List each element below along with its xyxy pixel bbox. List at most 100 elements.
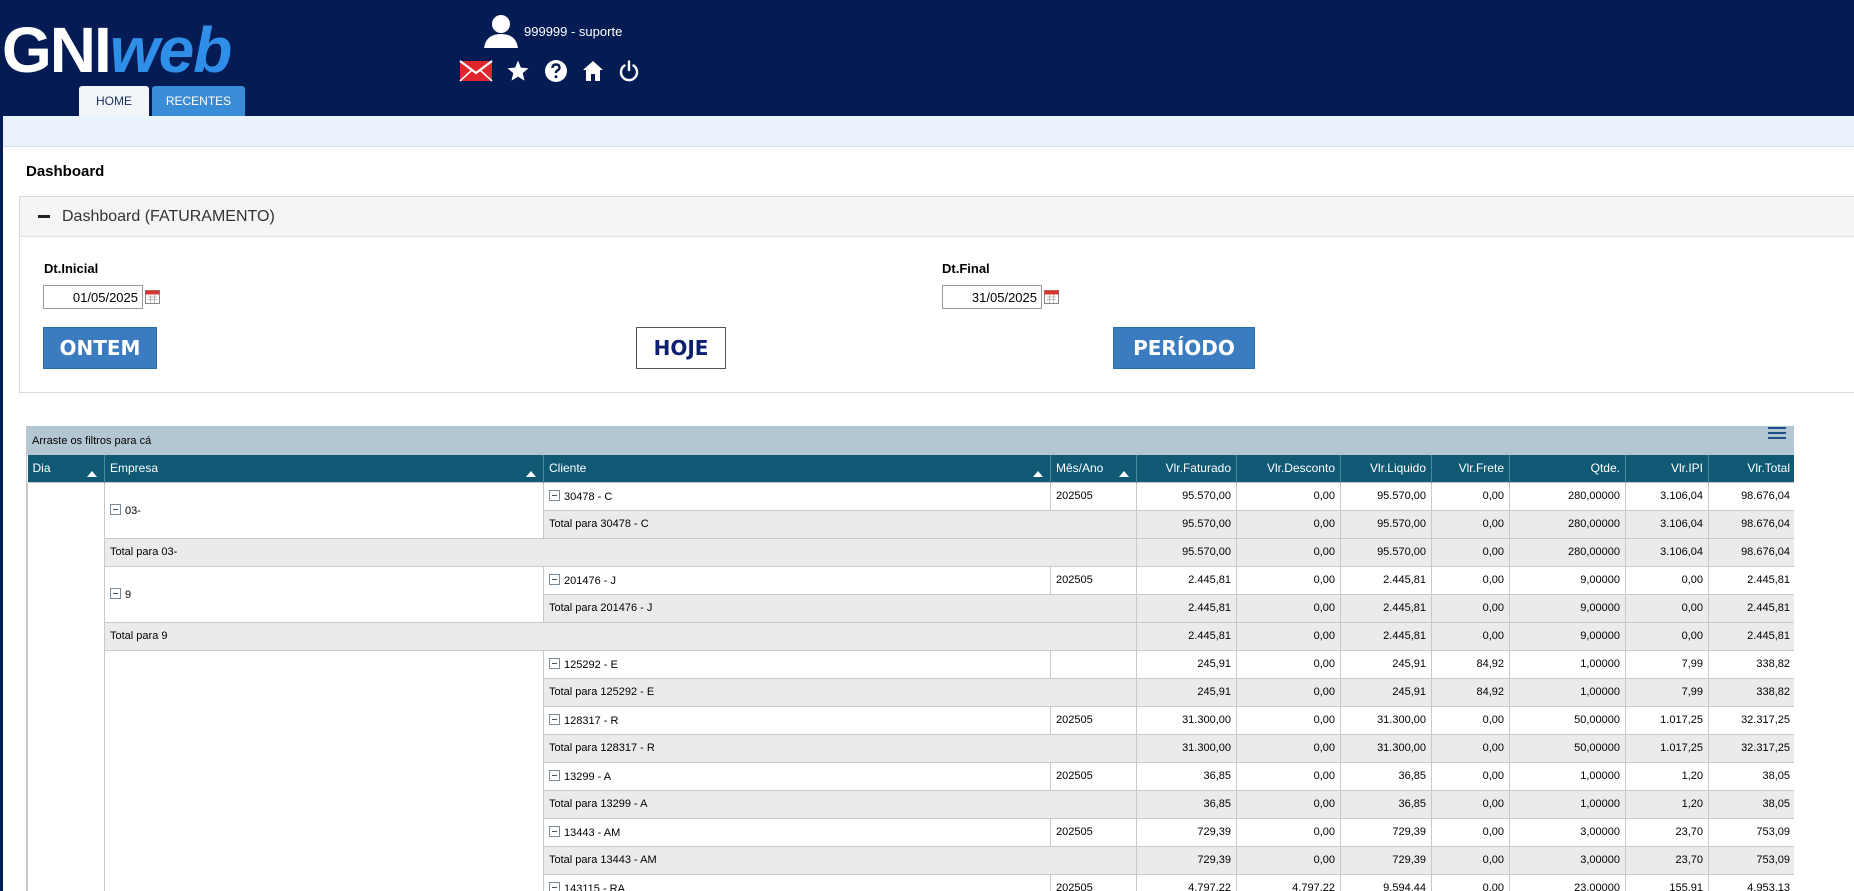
col-vlr-total[interactable]: Vlr.Total — [1708, 455, 1794, 482]
value-cell: 338,82 — [1708, 677, 1794, 707]
value-cell: 753,09 — [1708, 845, 1794, 875]
value-cell: 0,00 — [1236, 649, 1341, 679]
value-cell: 2.445,81 — [1136, 593, 1237, 623]
col-dia[interactable]: Dia — [27, 455, 105, 482]
value-cell: 32.317,25 — [1708, 705, 1794, 735]
cliente-label: 143115 - RA — [564, 883, 625, 891]
col-empresa[interactable]: Empresa — [104, 455, 544, 482]
top-header: GNIweb 999999 - suporte HOME RECENTES — [0, 0, 1854, 116]
value-cell: 9,00000 — [1509, 593, 1626, 623]
collapse-row-icon[interactable] — [549, 714, 560, 725]
gniweb-logo[interactable]: GNIweb — [2, 10, 232, 86]
value-cell: 0,00 — [1236, 761, 1341, 791]
value-cell: 36,85 — [1136, 761, 1237, 791]
value-cell: 0,00 — [1236, 509, 1341, 539]
collapse-row-icon[interactable] — [110, 588, 121, 599]
col-mes-ano[interactable]: Mês/Ano — [1050, 455, 1137, 482]
value-cell: 0,00 — [1431, 817, 1510, 847]
filter-drop-area[interactable]: Arraste os filtros para cá — [27, 426, 1794, 455]
calendar-icon[interactable] — [1044, 289, 1059, 304]
subtotal-label: Total para 13443 - AM — [543, 845, 1137, 875]
cliente-label: 128317 - R — [564, 715, 619, 727]
menu-icon[interactable] — [1768, 426, 1786, 440]
value-cell: 9,00000 — [1509, 621, 1626, 651]
value-cell: 4.797,22 — [1136, 873, 1237, 891]
power-icon[interactable] — [617, 58, 641, 84]
help-icon[interactable] — [543, 58, 569, 84]
value-cell: 31.300,00 — [1340, 705, 1432, 735]
hoje-button[interactable]: HOJE — [636, 327, 726, 369]
subtotal-label: Total para 125292 - E — [543, 677, 1137, 707]
col-vlr-ipi[interactable]: Vlr.IPI — [1625, 455, 1709, 482]
empresa-cell: 03- — [104, 481, 544, 539]
value-cell: 31.300,00 — [1136, 733, 1237, 763]
value-cell: 729,39 — [1136, 845, 1237, 875]
value-cell: 9,00000 — [1509, 565, 1626, 595]
col-cliente[interactable]: Cliente — [543, 455, 1051, 482]
sort-icon — [526, 470, 536, 477]
star-icon[interactable] — [505, 58, 531, 84]
value-cell: 0,00 — [1431, 873, 1510, 891]
mes-ano-cell: 202505 — [1050, 873, 1137, 891]
value-cell: 0,00 — [1236, 593, 1341, 623]
logo-gni: GNI — [2, 14, 112, 86]
value-cell: 0,00 — [1431, 761, 1510, 791]
value-cell: 50,00000 — [1509, 705, 1626, 735]
mes-ano-cell: 202505 — [1050, 705, 1137, 735]
collapse-row-icon[interactable] — [549, 826, 560, 837]
value-cell: 280,00000 — [1509, 537, 1626, 567]
mes-ano-cell: 202505 — [1050, 565, 1137, 595]
col-vlr-faturado[interactable]: Vlr.Faturado — [1136, 455, 1237, 482]
collapse-row-icon[interactable] — [549, 658, 560, 669]
subtotal-label: Total para 128317 - R — [543, 733, 1137, 763]
dia-cell — [27, 481, 105, 891]
col-vlr-frete[interactable]: Vlr.Frete — [1431, 455, 1510, 482]
mail-icon[interactable] — [459, 58, 493, 84]
value-cell: 0,00 — [1236, 817, 1341, 847]
home-icon[interactable] — [581, 58, 605, 84]
collapse-row-icon[interactable] — [549, 574, 560, 585]
dt-final-input[interactable] — [942, 285, 1042, 309]
collapse-row-icon[interactable] — [549, 882, 560, 891]
left-border — [0, 116, 3, 891]
table-row: 03- 30478 - C 202505 95.570,00 0,00 95.570,00… — [27, 481, 1794, 891]
sort-icon — [1033, 470, 1043, 477]
value-cell: 50,00000 — [1509, 733, 1626, 763]
value-cell: 0,00 — [1236, 789, 1341, 819]
value-cell: 1,00000 — [1509, 649, 1626, 679]
ontem-button[interactable]: ONTEM — [43, 327, 157, 369]
dt-inicial-input[interactable] — [43, 285, 143, 309]
collapse-row-icon[interactable] — [549, 770, 560, 781]
value-cell: 0,00 — [1236, 537, 1341, 567]
dt-final-label: Dt.Final — [942, 261, 990, 276]
value-cell: 23,70 — [1625, 845, 1709, 875]
value-cell: 0,00 — [1625, 565, 1709, 595]
tab-recentes[interactable]: RECENTES — [152, 86, 245, 116]
collapse-row-icon[interactable] — [110, 504, 121, 515]
col-qtde[interactable]: Qtde. — [1509, 455, 1626, 482]
group-total-label: Total para 9 — [104, 621, 1137, 651]
value-cell: 95.570,00 — [1136, 481, 1237, 511]
sort-icon — [87, 470, 97, 477]
calendar-icon[interactable] — [145, 289, 160, 304]
periodo-button[interactable]: PERÍODO — [1113, 327, 1255, 369]
collapse-icon[interactable] — [38, 215, 50, 218]
collapse-row-icon[interactable] — [549, 490, 560, 501]
value-cell: 280,00000 — [1509, 509, 1626, 539]
col-vlr-desconto[interactable]: Vlr.Desconto — [1236, 455, 1341, 482]
value-cell: 2.445,81 — [1136, 565, 1237, 595]
panel-header[interactable]: Dashboard (FATURAMENTO) — [20, 197, 1854, 237]
value-cell: 1,20 — [1625, 789, 1709, 819]
tab-home[interactable]: HOME — [79, 86, 149, 116]
value-cell: 1.017,25 — [1625, 733, 1709, 763]
group-total-row: Total para 9 2.445,81 0,00 2.445,81 0,00 9,00… — [28, 621, 1794, 651]
col-vlr-liquido[interactable]: Vlr.Liquido — [1340, 455, 1432, 482]
group-total-row: Total para 03- 95.570,00 0,00 95.570,00 0,00… — [28, 537, 1794, 567]
pivot-grid: Arraste os filtros para cá Dia Empresa C… — [26, 426, 1794, 891]
value-cell: 2.445,81 — [1340, 593, 1432, 623]
value-cell: 245,91 — [1136, 649, 1237, 679]
value-cell: 31.300,00 — [1136, 705, 1237, 735]
empresa-label: 03- — [125, 505, 141, 517]
value-cell: 3.106,04 — [1625, 481, 1709, 511]
value-cell: 729,39 — [1136, 817, 1237, 847]
